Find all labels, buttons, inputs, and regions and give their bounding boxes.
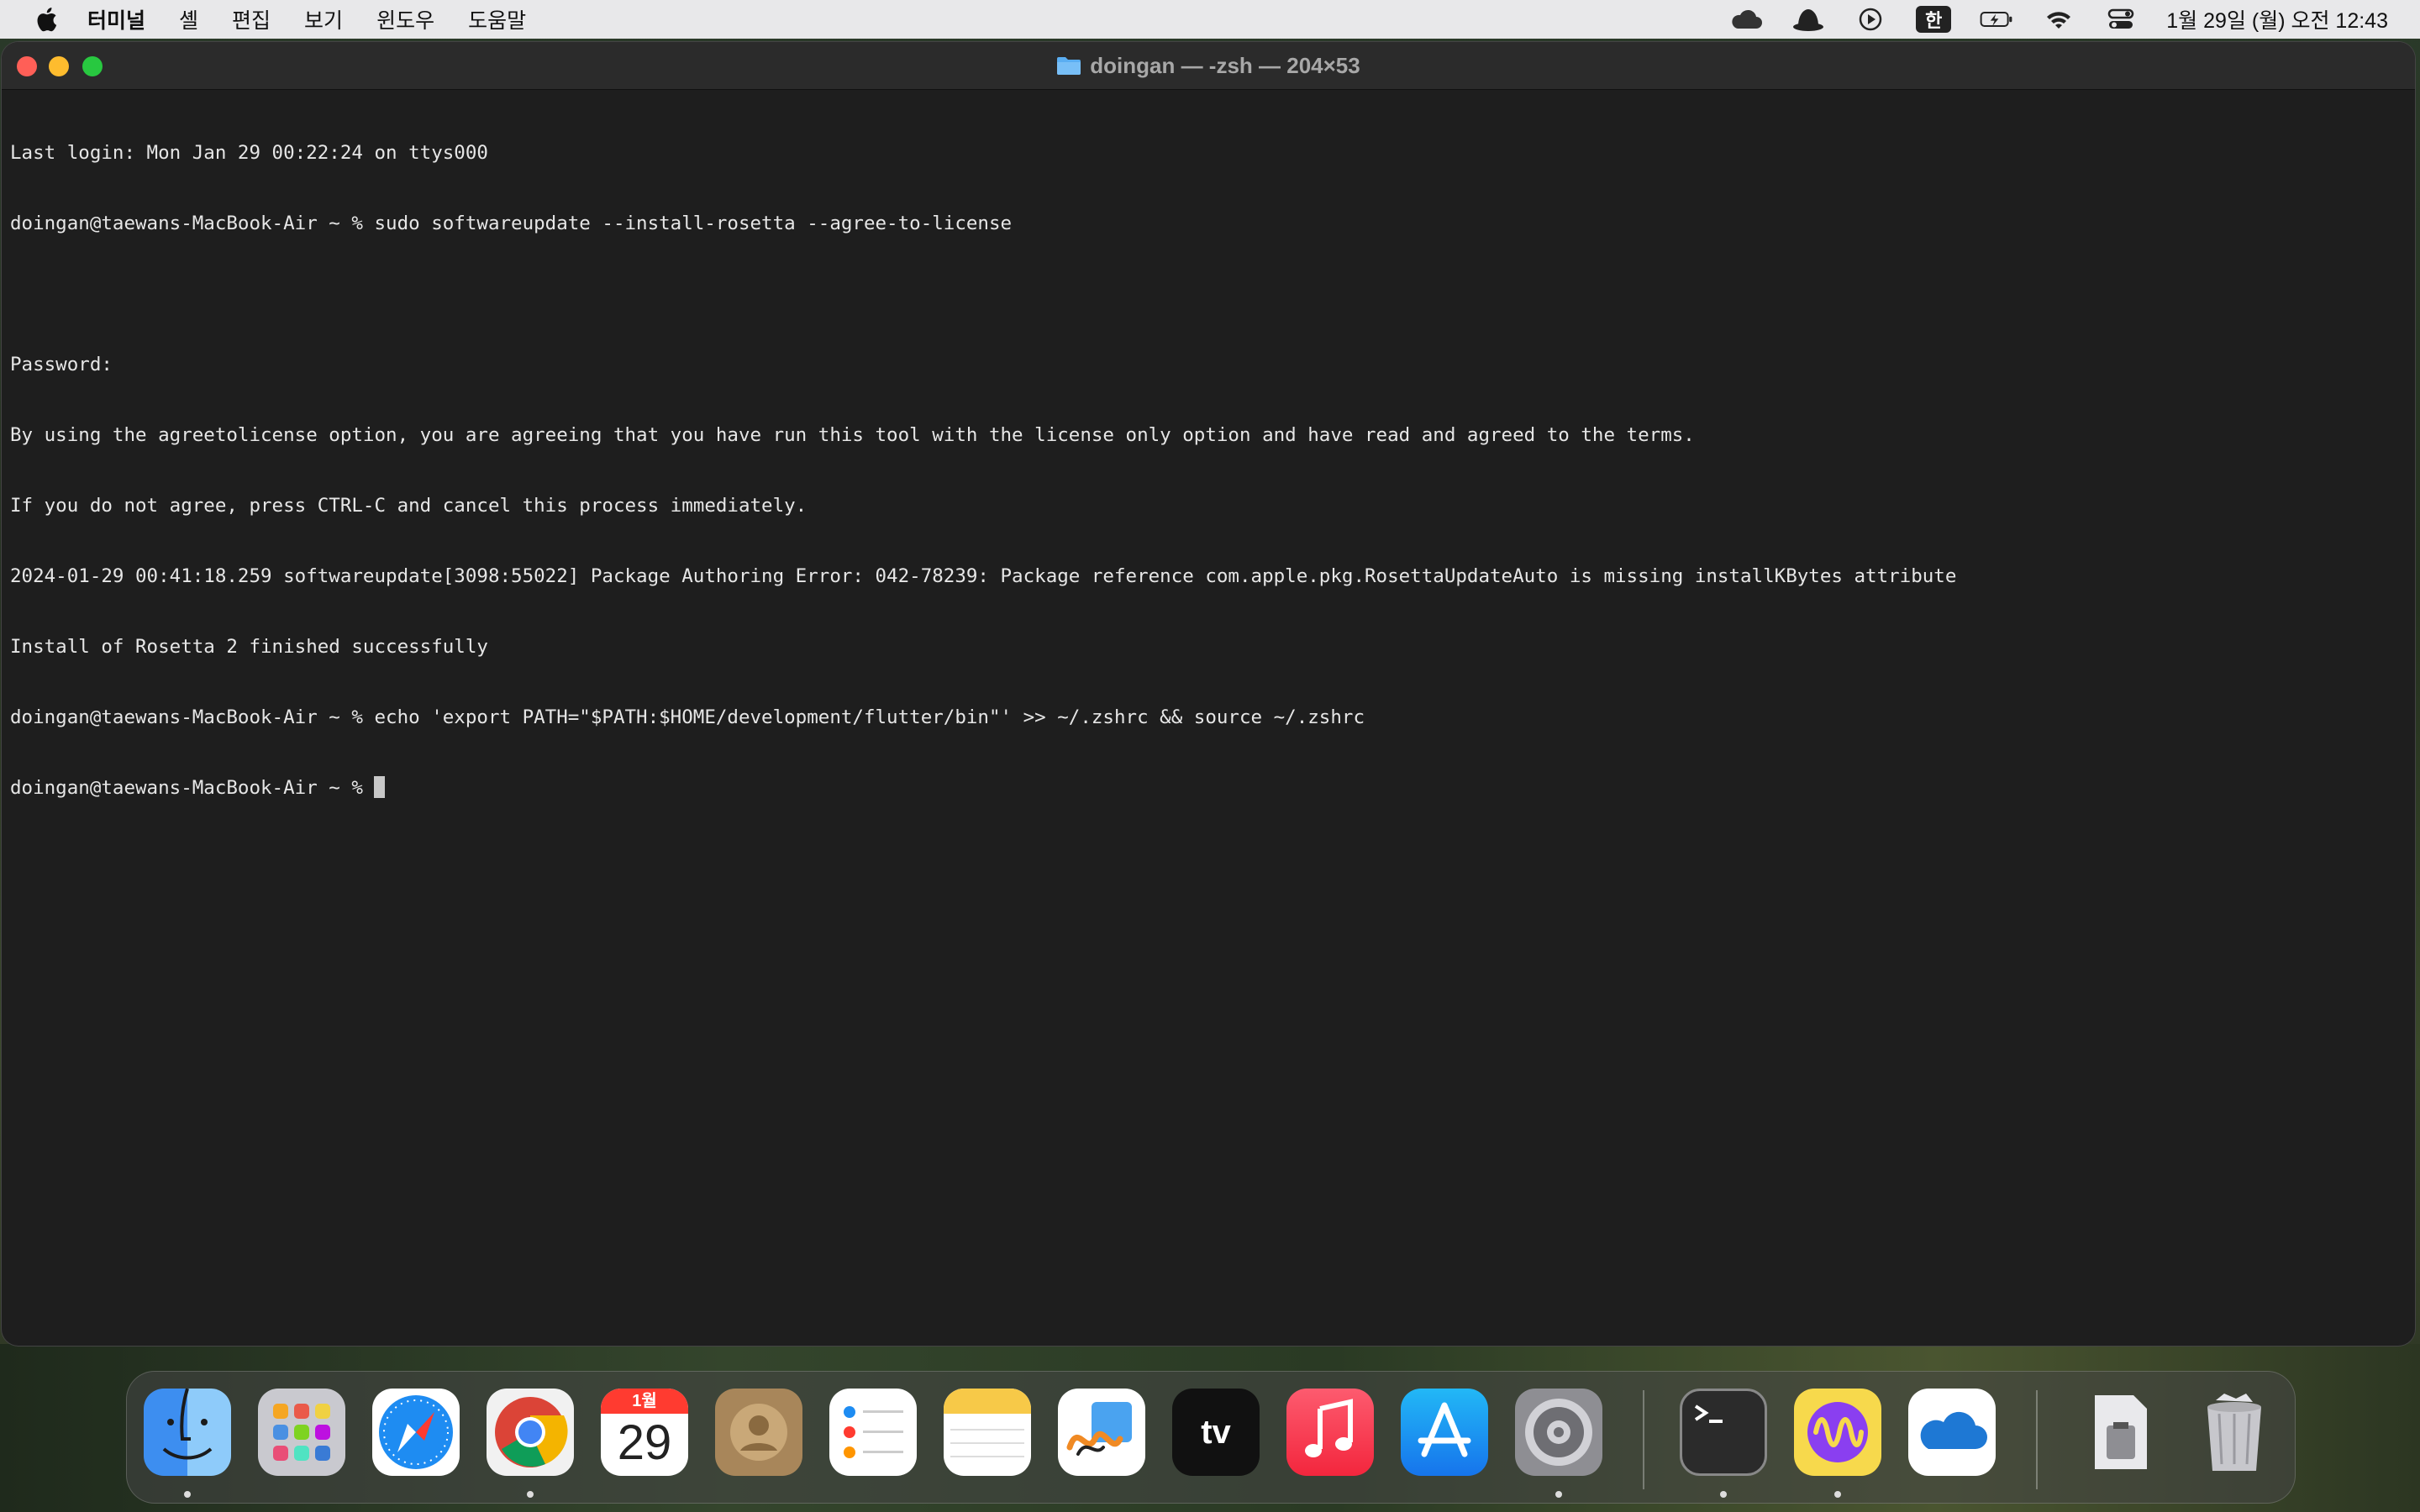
terminal-line: doingan@taewans-MacBook-Air ~ % echo 'ex…	[10, 706, 1365, 728]
menu-clock[interactable]: 1월 29일 (월) 오전 12:43	[2166, 4, 2388, 34]
terminal-line: By using the agreetolicense option, you …	[10, 424, 1695, 446]
terminal-line: doingan@taewans-MacBook-Air ~ % sudo sof…	[10, 213, 1013, 234]
running-indicator	[527, 1491, 534, 1498]
running-indicator	[1834, 1491, 1841, 1498]
dock-separator	[2036, 1390, 2038, 1489]
calendar-icon[interactable]: 1월 29	[601, 1389, 688, 1476]
menu-bar: 터미널 셸 편집 보기 윈도우 도움말 한 1월 29일 (월) 오전 12:4…	[0, 0, 2420, 39]
finder-icon[interactable]	[144, 1389, 231, 1476]
folder-icon	[1057, 57, 1081, 75]
play-circle-icon[interactable]	[1854, 7, 1887, 32]
menu-view[interactable]: 보기	[304, 4, 343, 34]
running-indicator	[1720, 1491, 1727, 1498]
apple-icon[interactable]	[35, 7, 57, 32]
text-cursor	[374, 776, 386, 798]
terminal-line: Password:	[10, 354, 113, 375]
status-area: 한 1월 29일 (월) 오전 12:43	[1729, 0, 2388, 39]
chrome-icon[interactable]	[487, 1389, 574, 1476]
contacts-icon[interactable]	[715, 1389, 802, 1476]
running-indicator	[1555, 1491, 1562, 1498]
safari-icon[interactable]	[372, 1389, 460, 1476]
menu-edit[interactable]: 편집	[232, 4, 271, 34]
window-title-text: doingan — -zsh — 204×53	[1090, 52, 1360, 78]
calendar-month: 1월	[601, 1389, 688, 1414]
trash-icon[interactable]	[2191, 1389, 2278, 1476]
terminal-prompt: doingan@taewans-MacBook-Air ~ %	[10, 777, 375, 799]
hat-icon[interactable]	[1791, 7, 1825, 32]
settings-icon[interactable]	[1515, 1389, 1602, 1476]
cloud-icon[interactable]	[1729, 7, 1763, 32]
appletv-label: tv	[1201, 1414, 1231, 1451]
dock-separator	[1643, 1390, 1644, 1489]
terminal-line: If you do not agree, press CTRL-C and ca…	[10, 495, 808, 517]
terminal-window: doingan — -zsh — 204×53 Last login: Mon …	[2, 42, 2415, 1346]
window-titlebar[interactable]: doingan — -zsh — 204×53	[2, 42, 2415, 90]
reminders-icon[interactable]	[829, 1389, 917, 1476]
terminal-prompt-line[interactable]: doingan@taewans-MacBook-Air ~ %	[10, 776, 2407, 800]
terminal-line: Install of Rosetta 2 finished successful…	[10, 636, 488, 658]
terminal-line: 2024-01-29 00:41:18.259 softwareupdate[3…	[10, 565, 1957, 587]
appletv-icon[interactable]: tv	[1172, 1389, 1260, 1476]
dock: 1월 29 tv	[126, 1371, 2296, 1504]
control-center-icon[interactable]	[2104, 7, 2138, 32]
appstore-icon[interactable]	[1401, 1389, 1488, 1476]
menu-window[interactable]: 윈도우	[376, 4, 434, 34]
menu-help[interactable]: 도움말	[468, 4, 526, 34]
podcast-wave-icon[interactable]	[1794, 1389, 1881, 1476]
terminal-output[interactable]: Last login: Mon Jan 29 00:22:24 on ttys0…	[10, 94, 2407, 1346]
running-indicator	[184, 1491, 191, 1498]
onedrive-icon[interactable]	[1908, 1389, 1996, 1476]
battery-icon[interactable]	[1980, 7, 2013, 32]
window-title: doingan — -zsh — 204×53	[2, 42, 2415, 89]
menu-shell[interactable]: 셸	[179, 4, 198, 34]
archive-icon[interactable]	[2076, 1389, 2164, 1476]
terminal-line: Last login: Mon Jan 29 00:22:24 on ttys0…	[10, 142, 488, 164]
music-icon[interactable]	[1286, 1389, 1374, 1476]
input-method-indicator[interactable]: 한	[1916, 6, 1952, 33]
freeform-icon[interactable]	[1058, 1389, 1145, 1476]
calendar-day: 29	[617, 1415, 672, 1470]
notes-icon[interactable]	[944, 1389, 1031, 1476]
launchpad-icon[interactable]	[258, 1389, 345, 1476]
menu-terminal[interactable]: 터미널	[87, 4, 145, 34]
terminal-icon[interactable]	[1680, 1389, 1767, 1476]
wifi-icon[interactable]	[2042, 7, 2075, 32]
